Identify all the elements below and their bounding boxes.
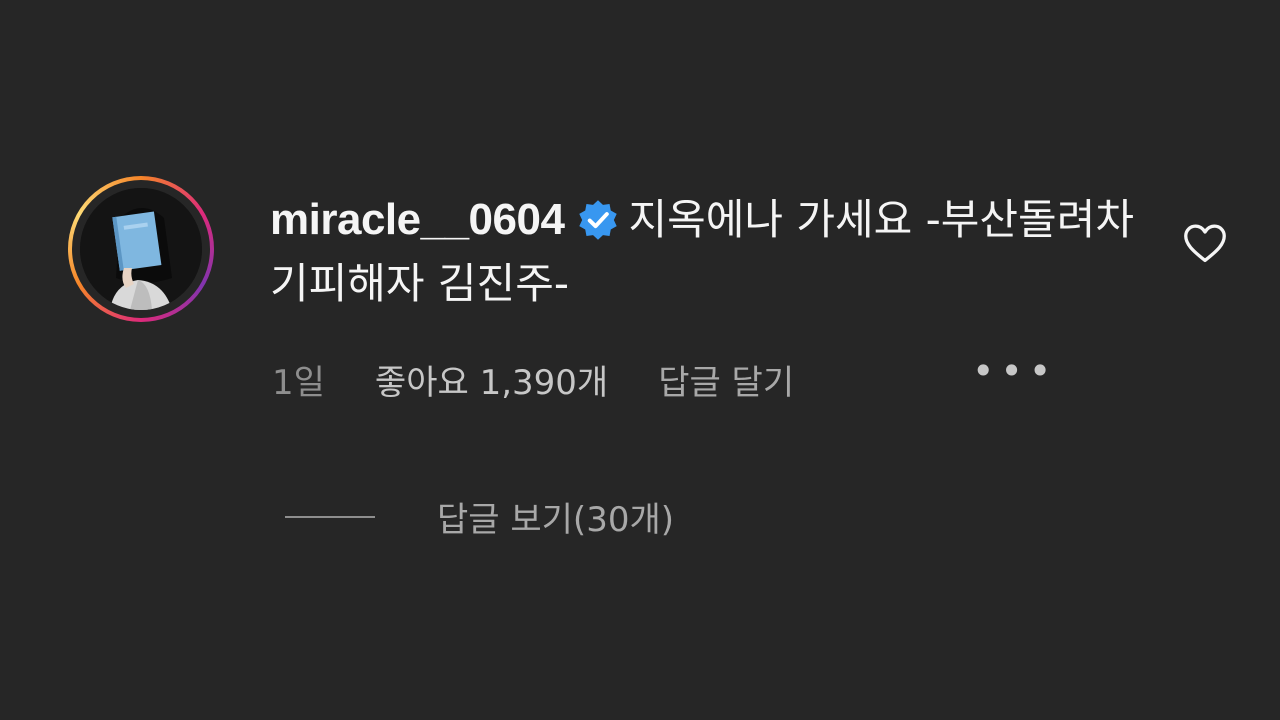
likes-count-button[interactable]: 좋아요 1,390개	[375, 355, 608, 404]
avatar-image	[80, 188, 202, 310]
verified-badge-icon	[579, 200, 618, 240]
avatar[interactable]	[80, 188, 202, 310]
comment-item: miracle__0604 지옥에나 가세요 -부산돌려차기피해자 김진주- 1…	[0, 0, 1280, 720]
username-link[interactable]: miracle__0604	[270, 195, 565, 244]
heart-icon[interactable]	[1183, 222, 1227, 264]
comment-meta: 1일 좋아요 1,390개 답글 달기 •••	[272, 349, 1051, 404]
more-options-icon[interactable]: •••	[972, 349, 1057, 393]
comment-body: miracle__0604 지옥에나 가세요 -부산돌려차기피해자 김진주-	[270, 188, 1150, 316]
avatar-story-ring[interactable]	[68, 176, 214, 322]
replies-divider-line	[285, 515, 375, 518]
reply-button[interactable]: 답글 달기	[658, 355, 794, 404]
view-replies-button[interactable]: 답글 보기(30개)	[285, 492, 674, 541]
view-replies-label: 답글 보기(30개)	[437, 500, 675, 540]
comment-time[interactable]: 1일	[272, 355, 325, 404]
